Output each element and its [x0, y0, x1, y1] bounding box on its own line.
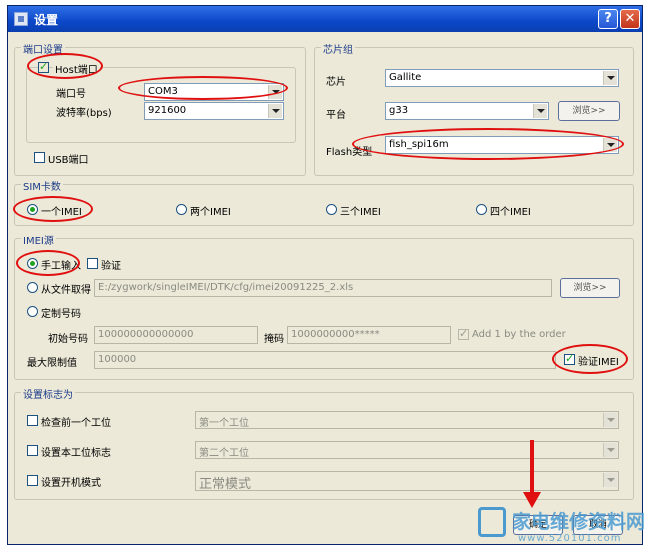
set-boot-mode-label: 设置开机模式 — [41, 478, 101, 489]
verify-label: 验证 — [101, 261, 121, 272]
close-button[interactable]: ✕ — [620, 9, 640, 29]
settings-dialog: 设置 ? ✕ 端口设置 Host端口 端口号 COM3 波特率(bps) 921… — [7, 5, 643, 545]
flash-type-value: fish_spi16m — [389, 139, 449, 150]
start-number-input[interactable]: 100000000000000 — [94, 326, 258, 344]
watermark-url: www.520101.com — [518, 533, 622, 544]
station-flag-value: 第二个工位 — [199, 448, 249, 459]
verify-imei-label: 验证IMEI — [578, 357, 619, 368]
sim-one-radio[interactable] — [27, 204, 38, 215]
mask-label: 掩码 — [264, 334, 284, 345]
check-previous-station-checkbox[interactable] — [27, 415, 38, 426]
help-button[interactable]: ? — [598, 9, 618, 29]
mask-value: 1000000000***** — [291, 329, 380, 340]
baud-rate-label: 波特率(bps) — [56, 108, 112, 119]
sim-one-label: 一个IMEI — [41, 207, 82, 218]
sim-two-radio[interactable] — [176, 204, 187, 215]
chipset-legend: 芯片组 — [321, 41, 355, 56]
max-limit-label: 最大限制值 — [27, 358, 77, 369]
set-boot-mode-checkbox[interactable] — [27, 475, 38, 486]
station-flag-combo[interactable]: 第二个工位 — [195, 441, 619, 459]
sim-count-group: SIM卡数 — [14, 178, 634, 226]
custom-number-radio[interactable] — [27, 306, 38, 317]
previous-station-value: 第一个工位 — [199, 418, 249, 429]
from-file-label: 从文件取得 — [41, 285, 91, 296]
host-port-checkbox[interactable] — [38, 60, 49, 73]
sim-four-label: 四个IMEI — [490, 207, 531, 218]
add-by-order-label: Add 1 by the order — [472, 329, 566, 340]
flags-legend: 设置标志为 — [21, 386, 75, 401]
file-path-value: E:/zygwork/singleIMEI/DTK/cfg/imei200912… — [98, 282, 354, 293]
set-station-flag-checkbox[interactable] — [27, 445, 38, 456]
chevron-down-icon[interactable] — [533, 104, 547, 118]
usb-port-checkbox[interactable] — [34, 152, 45, 163]
chip-value: Gallite — [389, 72, 422, 83]
flash-type-combo[interactable]: fish_spi16m — [385, 136, 619, 154]
chevron-down-icon[interactable] — [603, 473, 617, 487]
manual-input-radio[interactable] — [27, 258, 38, 269]
file-path-input[interactable]: E:/zygwork/singleIMEI/DTK/cfg/imei200912… — [94, 279, 552, 297]
platform-label: 平台 — [326, 110, 346, 121]
chevron-down-icon[interactable] — [603, 413, 617, 427]
custom-number-label: 定制号码 — [41, 309, 81, 320]
add-by-order-checkbox[interactable] — [458, 327, 469, 340]
file-browse-button[interactable]: 浏览>> — [560, 278, 620, 298]
app-icon — [14, 12, 28, 26]
usb-port-label: USB端口 — [48, 155, 89, 166]
verify-imei-checkbox[interactable] — [564, 352, 575, 365]
sim-three-label: 三个IMEI — [340, 207, 381, 218]
window-title: 设置 — [34, 13, 59, 27]
watermark: 家电维修资料网 www.520101.com — [478, 505, 645, 549]
mask-input[interactable]: 1000000000***** — [287, 326, 451, 344]
port-number-combo[interactable]: COM3 — [144, 83, 284, 101]
port-number-value: COM3 — [148, 86, 178, 97]
imei-source-legend: IMEI源 — [21, 232, 56, 247]
sim-four-radio[interactable] — [476, 204, 487, 215]
watermark-logo-icon — [478, 507, 506, 537]
manual-input-label: 手工输入 — [41, 261, 81, 272]
verify-checkbox[interactable] — [87, 258, 98, 269]
chevron-down-icon[interactable] — [268, 85, 282, 99]
sim-count-legend: SIM卡数 — [21, 178, 63, 193]
chevron-down-icon[interactable] — [603, 71, 617, 85]
host-port-label: Host端口 — [53, 61, 100, 76]
port-settings-legend: 端口设置 — [21, 41, 65, 56]
chevron-down-icon[interactable] — [268, 104, 282, 118]
red-arrow-shaft — [530, 440, 534, 496]
title-bar[interactable]: 设置 ? ✕ — [8, 6, 642, 32]
start-number-label: 初始号码 — [48, 334, 88, 345]
watermark-text: 家电维修资料网 — [512, 511, 646, 533]
platform-combo[interactable]: g33 — [385, 102, 549, 120]
set-station-flag-label: 设置本工位标志 — [41, 448, 111, 459]
baud-rate-combo[interactable]: 921600 — [144, 102, 284, 120]
max-limit-input[interactable]: 100000 — [94, 351, 556, 369]
chip-combo[interactable]: Gallite — [385, 69, 619, 87]
max-limit-value: 100000 — [98, 354, 137, 365]
close-icon: ✕ — [624, 11, 636, 26]
baud-rate-value: 921600 — [148, 105, 187, 116]
from-file-radio[interactable] — [27, 282, 38, 293]
flash-type-label: Flash类型 — [326, 147, 373, 158]
port-number-label: 端口号 — [56, 89, 86, 100]
sim-three-radio[interactable] — [326, 204, 337, 215]
chevron-down-icon[interactable] — [603, 443, 617, 457]
start-number-value: 100000000000000 — [98, 329, 194, 340]
check-previous-station-label: 检查前一个工位 — [41, 418, 111, 429]
boot-mode-combo[interactable]: 正常模式 — [195, 471, 619, 492]
boot-mode-value: 正常模式 — [199, 477, 252, 492]
sim-two-label: 两个IMEI — [190, 207, 231, 218]
platform-browse-button[interactable]: 浏览>> — [558, 101, 620, 121]
chevron-down-icon[interactable] — [603, 138, 617, 152]
platform-value: g33 — [389, 105, 409, 116]
chip-label: 芯片 — [326, 77, 346, 88]
previous-station-combo[interactable]: 第一个工位 — [195, 411, 619, 429]
